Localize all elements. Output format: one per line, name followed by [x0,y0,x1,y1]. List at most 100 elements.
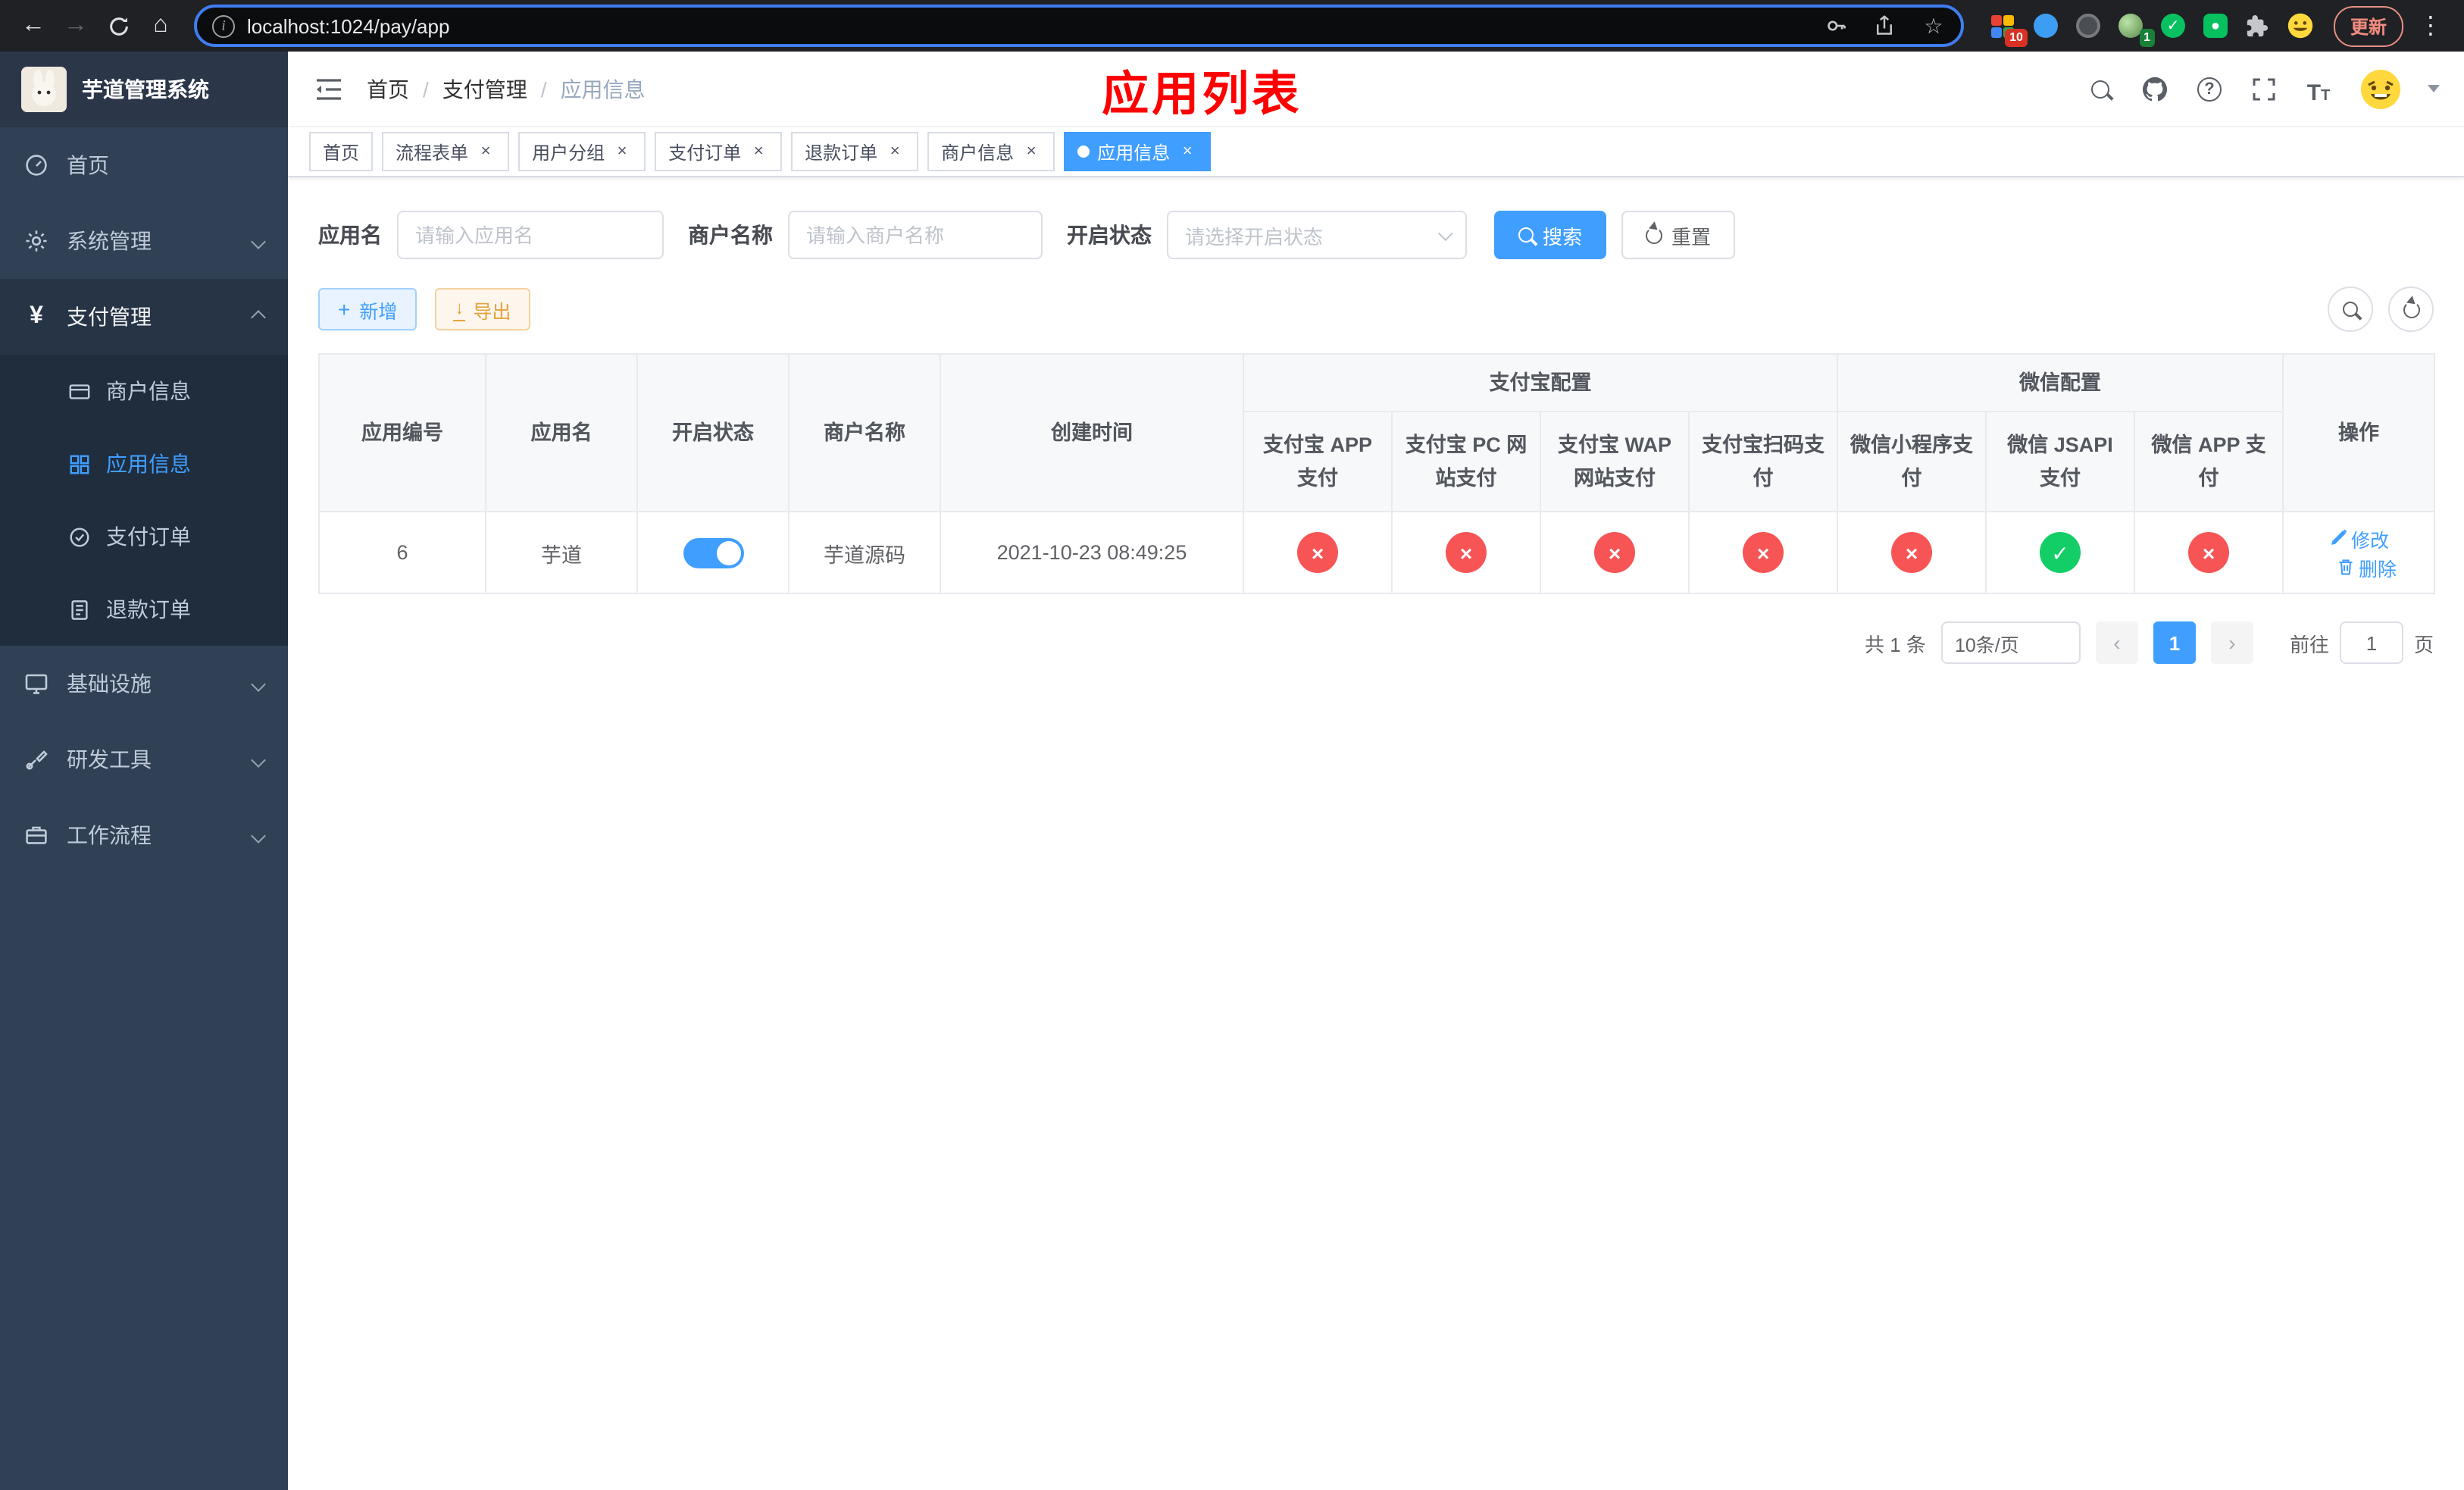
search-button[interactable]: 搜索 [1494,211,1607,259]
extension-grid-icon[interactable]: 10 [1988,11,2028,47]
tags-view: 首页 流程表单 × 用户分组 × 支付订单 × 退款订单 × 商户信息 × 应用信息 × [288,127,2464,177]
extension-badge: 10 [2005,29,2028,47]
edit-link[interactable]: 修改 [2328,524,2389,552]
payment-submenu: 商户信息 应用信息 支付订单 退款订单 [0,355,288,646]
yen-icon: ¥ [30,303,43,329]
merchant-name-label: 商户名称 [688,223,773,247]
next-page-button[interactable]: › [2210,621,2253,664]
tab-refund-order[interactable]: 退款订单 × [791,132,919,171]
bookmark-star-icon[interactable]: ☆ [1915,8,1952,44]
font-size-icon[interactable]: TT [2303,74,2334,104]
page-number-button[interactable]: 1 [2153,621,2196,664]
back-button[interactable]: ← [12,5,55,47]
sidebar-item-pay-order[interactable]: 支付订单 [0,500,288,573]
sidebar-item-home[interactable]: 首页 [0,127,288,203]
tab-home[interactable]: 首页 [309,132,374,171]
app-title: 芋道管理系统 [82,77,209,102]
sidebar-item-workflow[interactable]: 工作流程 [0,797,288,873]
export-button-label: 导出 [473,301,511,322]
breadcrumb-payment[interactable]: 支付管理 [442,74,527,104]
sidebar-item-infra[interactable]: 基础设施 [0,646,288,722]
col-wechat-mini: 微信小程序支付 [1837,411,1987,512]
github-icon[interactable] [2140,74,2170,104]
sidebar-item-refund-order[interactable]: 退款订单 [0,573,288,646]
fullscreen-icon[interactable] [2249,74,2279,104]
sidebar-item-app-info[interactable]: 应用信息 [0,427,288,500]
export-button[interactable]: ↓ 导出 [435,288,531,330]
sidebar-item-payment[interactable]: ¥ 支付管理 [0,279,288,355]
delete-link[interactable]: 删除 [2336,552,2397,581]
extension-drop-icon[interactable] [2031,11,2061,41]
close-icon[interactable]: × [612,142,632,161]
cell-alipay-wap: × [1540,511,1690,594]
col-actions: 操作 [2282,353,2436,512]
extension-emoji-icon[interactable] [2285,11,2315,41]
extension-badge: 1 [2139,29,2155,47]
status-select[interactable]: 请选择开启状态 [1167,211,1467,259]
sidebar-item-merchant-info[interactable]: 商户信息 [0,355,288,427]
site-info-icon[interactable]: i [212,14,235,37]
search-icon[interactable] [2085,74,2115,104]
share-icon[interactable] [1867,8,1903,44]
close-icon[interactable]: × [1021,142,1041,161]
close-icon[interactable]: × [476,142,496,161]
col-wechat-jsapi: 微信 JSAPI 支付 [1985,411,2135,512]
grid-app-icon [67,452,91,475]
goto-page-input[interactable] [2339,621,2403,664]
prev-page-button[interactable]: ‹ [2095,621,2138,664]
col-alipay-qr: 支付宝扫码支付 [1688,411,1838,512]
avatar-caret-icon[interactable] [2428,85,2440,92]
breadcrumb-home[interactable]: 首页 [367,74,409,104]
monitor-icon [24,671,48,696]
tab-process-form[interactable]: 流程表单 × [382,132,510,171]
close-icon[interactable]: × [885,142,905,161]
browser-chrome: ← → ⌂ i localhost:1024/pay/app ☆ 10 1 ✓ … [0,0,2464,52]
browser-update-button[interactable]: 更新 [2333,5,2403,46]
sidebar-item-system[interactable]: 系统管理 [0,203,288,279]
trash-icon [2338,559,2352,575]
toggle-search-button[interactable] [2328,286,2373,332]
extension-chat-icon[interactable]: ● [2200,11,2231,41]
group-wechat-config: 微信配置 [1836,353,2284,412]
extension-check-icon[interactable]: ✓ [2158,11,2188,41]
sidebar-item-label: 工作流程 [67,823,152,847]
tab-app-info[interactable]: 应用信息 × [1064,132,1212,171]
chat-icon: ● [2203,14,2228,38]
reload-icon [109,17,127,35]
reload-button[interactable] [97,5,139,47]
browser-menu-icon[interactable]: ⋮ [2409,5,2452,47]
extension-dark-icon[interactable] [2073,11,2103,41]
page-size-select[interactable]: 10条/页 [1940,621,2081,664]
goto-unit: 页 [2413,633,2434,656]
help-icon[interactable]: ? [2194,74,2225,104]
sidebar-item-label: 商户信息 [106,379,191,403]
sidebar-item-devtools[interactable]: 研发工具 [0,722,288,797]
extensions-puzzle-icon[interactable] [2243,11,2273,41]
enabled-toggle[interactable] [683,537,743,568]
password-key-icon[interactable] [1818,8,1855,44]
add-button[interactable]: + 新增 [318,288,417,330]
group-alipay-config: 支付宝配置 [1243,353,1838,412]
close-icon[interactable]: × [749,142,768,161]
col-created: 创建时间 [940,353,1244,512]
sidebar-collapse-icon[interactable] [312,72,346,105]
close-icon[interactable]: × [1177,142,1197,161]
chevron-up-icon [251,309,266,324]
merchant-name-input[interactable] [788,211,1043,259]
chevron-down-icon [251,676,266,691]
address-bar[interactable]: i localhost:1024/pay/app ☆ [194,5,1964,47]
refresh-table-button[interactable] [2388,286,2434,332]
check-icon: ✓ [2160,14,2185,38]
home-button[interactable]: ⌂ [139,5,182,47]
cell-app-name: 芋道 [485,511,638,594]
tab-pay-order[interactable]: 支付订单 × [655,132,783,171]
app-name-input[interactable] [397,211,664,259]
tab-merchant-info[interactable]: 商户信息 × [927,132,1055,171]
tab-user-group[interactable]: 用户分组 × [518,132,646,171]
extension-avatar-icon[interactable]: 1 [2115,11,2155,47]
sidebar-item-label: 退款订单 [106,597,191,621]
forward-button[interactable]: → [55,5,97,47]
page-size-value: 10条/页 [1954,634,2019,656]
reset-button[interactable]: 重置 [1621,211,1736,259]
user-avatar[interactable] [2358,66,2403,111]
